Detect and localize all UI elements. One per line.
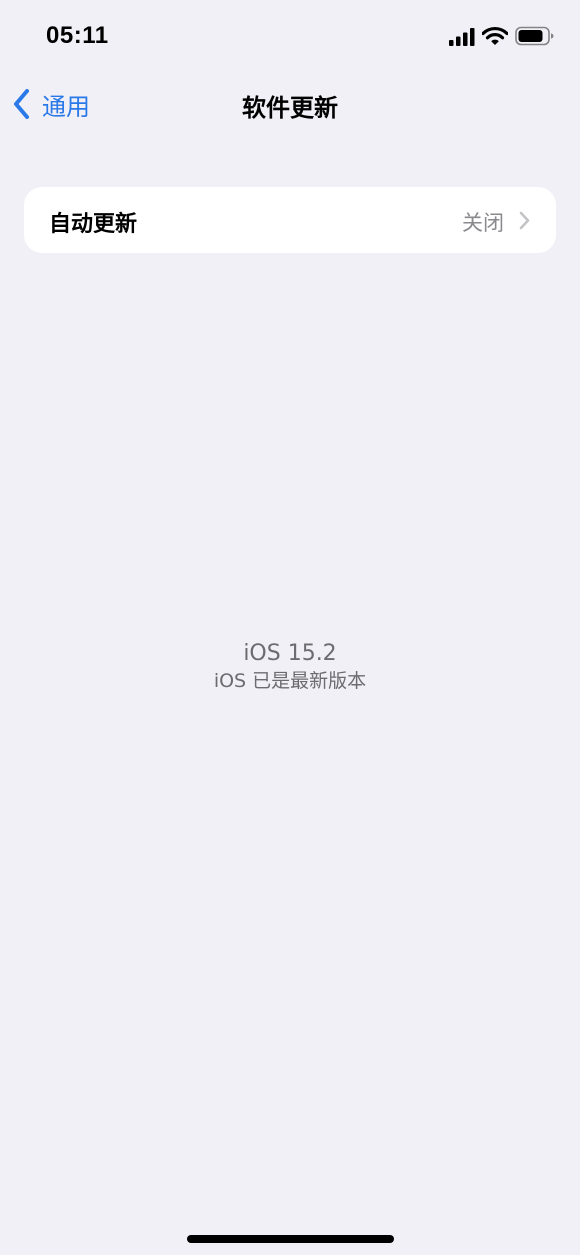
status-bar: 05:11 — [0, 0, 580, 74]
home-indicator[interactable] — [187, 1235, 394, 1243]
status-time: 05:11 — [46, 22, 109, 49]
settings-group: 自动更新 关闭 — [24, 187, 556, 253]
auto-update-label: 自动更新 — [49, 212, 138, 237]
chevron-right-icon — [519, 211, 530, 230]
page-title: 软件更新 — [242, 94, 338, 122]
version-number: iOS 15.2 — [243, 641, 337, 666]
signal-icon — [449, 28, 475, 46]
navigation-bar: 通用 软件更新 — [0, 74, 580, 134]
battery-icon — [515, 26, 554, 46]
wifi-icon — [482, 26, 508, 45]
version-info: iOS 15.2 iOS 已是最新版本 — [0, 640, 580, 694]
auto-update-value: 关闭 — [462, 211, 504, 235]
version-status: iOS 已是最新版本 — [213, 670, 367, 692]
auto-update-row[interactable]: 自动更新 关闭 — [24, 187, 556, 253]
